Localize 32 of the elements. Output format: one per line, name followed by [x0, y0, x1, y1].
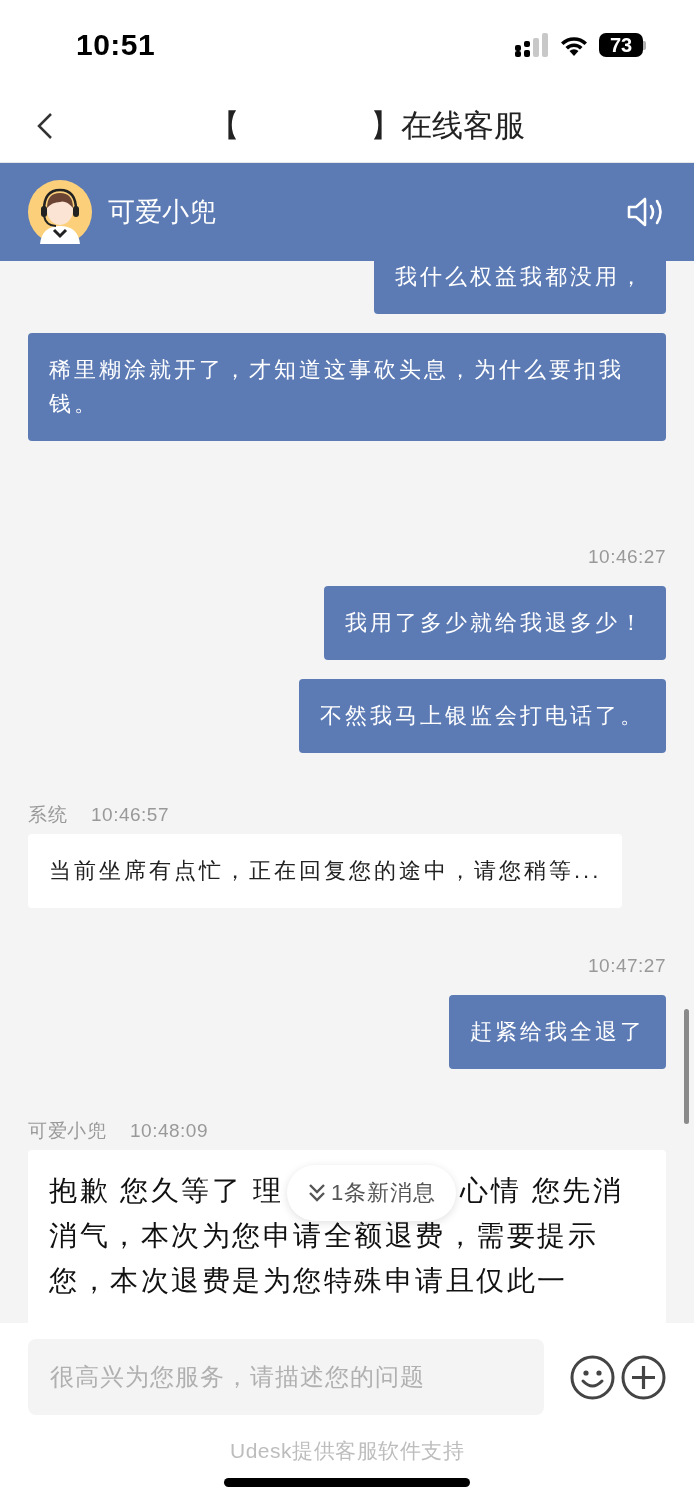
back-button[interactable] — [36, 112, 54, 140]
message-time: 10:46:27 — [588, 547, 666, 567]
page-title: 】在线客服 — [370, 107, 525, 145]
signal-icon — [515, 33, 549, 57]
message-text: 抱歉 您久等了 理 — [49, 1175, 284, 1206]
sent-message: 稀里糊涂就开了，才知道这事砍头息，为什么要扣我钱。 — [28, 333, 666, 441]
received-message: 当前坐席有点忙，正在回复您的途中，请您稍等... — [28, 834, 623, 908]
sent-message: 不然我马上银监会打电话了。 — [299, 679, 666, 753]
message-input[interactable]: 很高兴为您服务，请描述您的问题 — [28, 1339, 544, 1415]
page-title: 【 — [209, 107, 240, 145]
emoji-icon[interactable] — [570, 1354, 615, 1400]
sent-message: 赶紧给我全退了 — [449, 995, 666, 1069]
message-time: 10:46:57 — [91, 804, 169, 826]
sender-name: 可爱小兜 — [28, 1120, 106, 1142]
message-time: 10:47:27 — [588, 956, 666, 976]
avatar-icon — [28, 180, 92, 244]
footer-text: Udesk提供客服软件支持 — [230, 1439, 464, 1462]
message-text: 您，本次退费是为您特殊申请且仅此一 — [49, 1265, 568, 1296]
agent-name: 可爱小兜 — [108, 196, 217, 229]
new-message-button[interactable]: 1条新消息 — [287, 1164, 457, 1221]
add-icon[interactable] — [621, 1354, 666, 1400]
sender-name: 系统 — [28, 804, 67, 826]
message-text: 消气，本次为您申请全额退费，需要提示 — [49, 1220, 598, 1251]
message-text: 心情 您先消 — [460, 1175, 624, 1206]
sent-message: 我什么权益我都没用， — [374, 261, 666, 314]
wifi-icon — [559, 34, 589, 56]
battery-icon: 73 — [599, 33, 646, 57]
chevron-down-icon — [307, 1181, 328, 1204]
clock-time: 10:51 — [76, 28, 157, 62]
message-time: 10:48:09 — [130, 1120, 208, 1142]
sent-message: 我用了多少就给我退多少！ — [324, 586, 666, 660]
scrollbar[interactable] — [684, 1009, 689, 1124]
